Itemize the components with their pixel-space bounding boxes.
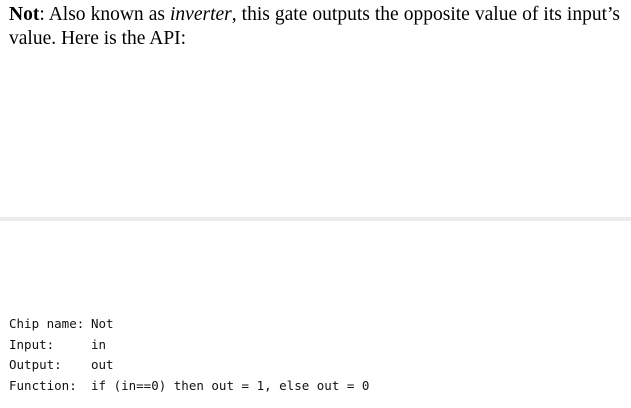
api-row-output: Output: out: [9, 355, 369, 376]
api-value: if (in==0) then out = 1, else out = 0: [91, 377, 370, 393]
api-block: Chip name: Not Input: in Output: out Fun…: [9, 314, 369, 396]
api-key: Output:: [9, 357, 62, 372]
api-value: out: [91, 357, 114, 372]
section-divider: [0, 217, 631, 221]
api-key: Input:: [9, 336, 55, 352]
api-value: Not: [91, 316, 114, 331]
gate-description: Not: Also known as inverter, this gate o…: [9, 3, 620, 51]
gate-name: Not: [9, 4, 40, 25]
gate-alias: inverter: [170, 4, 232, 25]
api-row-input: Input: in: [9, 335, 369, 356]
api-key: Chip name:: [9, 316, 85, 331]
api-value: in: [91, 336, 107, 352]
api-key: Function:: [9, 377, 77, 393]
api-row-function: Function: if (in==0) then out = 1, else …: [9, 376, 369, 397]
description-lead: : Also known as: [39, 4, 171, 25]
api-row-chip-name: Chip name: Not: [9, 314, 369, 335]
